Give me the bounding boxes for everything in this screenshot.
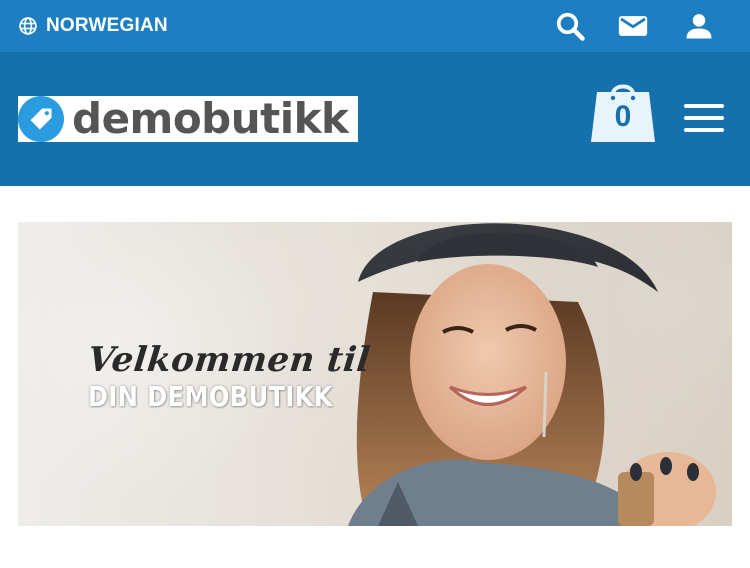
language-selector[interactable]: NORWEGIAN bbox=[18, 13, 168, 39]
account-button[interactable] bbox=[683, 10, 715, 42]
contact-button[interactable] bbox=[615, 10, 651, 42]
top-bar: NORWEGIAN bbox=[0, 0, 750, 52]
mail-icon bbox=[618, 16, 648, 36]
menu-bar bbox=[684, 116, 724, 120]
banner-headline: Velkommen til bbox=[85, 340, 373, 380]
cart-button[interactable]: 0 bbox=[589, 76, 657, 144]
main-header: demobutikk 0 bbox=[0, 52, 750, 186]
globe-icon bbox=[19, 17, 37, 35]
language-label: NORWEGIAN bbox=[46, 15, 168, 36]
menu-bar bbox=[684, 128, 724, 132]
menu-bar bbox=[684, 104, 724, 108]
user-icon bbox=[686, 14, 712, 39]
hero-banner[interactable]: Velkommen til DIN DEMOBUTIKK bbox=[18, 222, 732, 526]
cart-count: 0 bbox=[614, 100, 632, 133]
site-logo[interactable]: demobutikk bbox=[18, 96, 358, 142]
tag-icon bbox=[30, 108, 52, 130]
search-icon bbox=[556, 12, 585, 41]
logo-text: demobutikk bbox=[72, 94, 349, 143]
search-button[interactable] bbox=[554, 10, 586, 42]
hamburger-menu-icon[interactable] bbox=[684, 104, 728, 136]
banner-subheadline: DIN DEMOBUTIKK bbox=[88, 380, 333, 413]
logo-badge bbox=[18, 96, 64, 142]
